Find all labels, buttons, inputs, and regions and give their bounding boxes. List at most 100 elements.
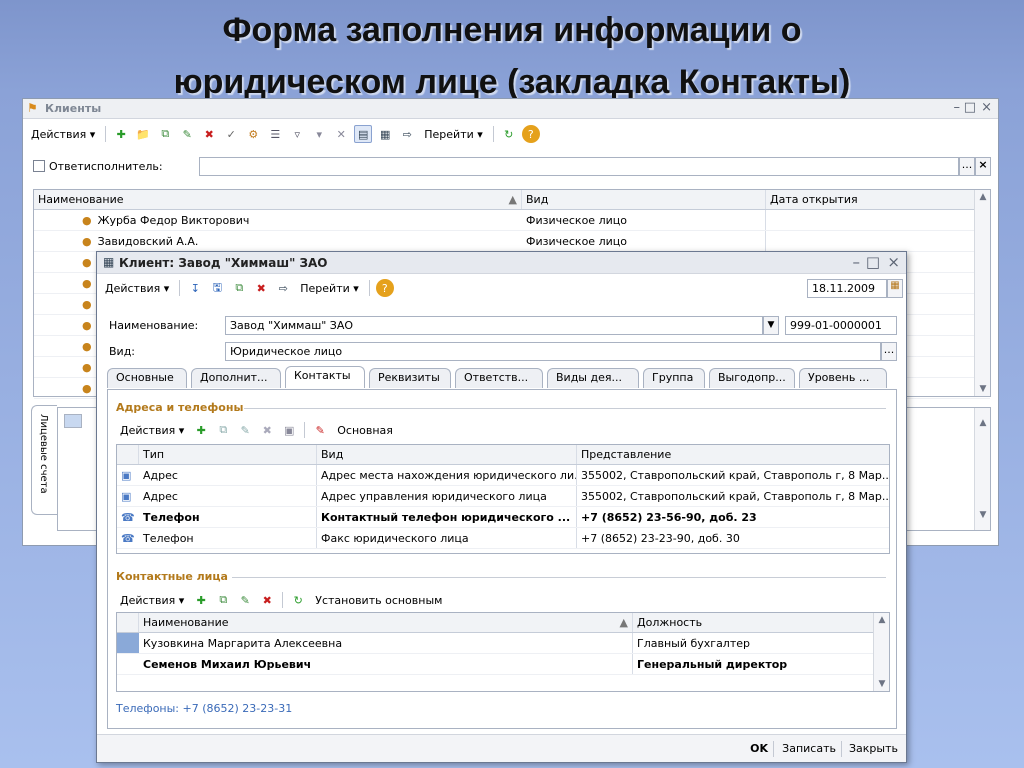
- tab-additional[interactable]: Дополнит...: [191, 368, 281, 388]
- filter-icon[interactable]: ☰: [266, 125, 284, 143]
- table-row[interactable]: ▣ Адрес Адрес управления юридического лица…: [117, 486, 889, 507]
- save-icon[interactable]: ▣: [280, 421, 298, 439]
- add-icon[interactable]: ✚: [192, 421, 210, 439]
- scroll-down-icon[interactable]: ▼: [874, 679, 890, 689]
- output-list-icon[interactable]: ⇨: [398, 125, 416, 143]
- tab-contacts[interactable]: Контакты: [285, 366, 365, 388]
- minimize-icon[interactable]: –: [853, 253, 861, 271]
- add-icon[interactable]: ✚: [192, 591, 210, 609]
- date-field[interactable]: 18.11.2009: [807, 279, 887, 298]
- table-row[interactable]: ▣ Адрес Адрес места нахождения юридическог…: [117, 465, 889, 486]
- kind-field[interactable]: Юридическое лицо: [225, 342, 881, 361]
- table-row[interactable]: ☎ Телефон Контактный телефон юридического …: [117, 507, 889, 528]
- save-icon[interactable]: 🖫: [208, 279, 226, 297]
- edit-icon[interactable]: ✎: [236, 421, 254, 439]
- list-mode-icon[interactable]: ▤: [354, 125, 373, 143]
- refresh-icon[interactable]: ↻: [500, 125, 518, 143]
- close-icon[interactable]: ×: [981, 100, 992, 115]
- name-field[interactable]: Завод "Химмаш" ЗАО: [225, 316, 763, 335]
- edit-icon[interactable]: ✎: [236, 591, 254, 609]
- copy-icon[interactable]: ⧉: [214, 421, 232, 439]
- mark-icon[interactable]: ✓: [222, 125, 240, 143]
- add-icon[interactable]: ✚: [112, 125, 130, 143]
- accounts-add-icon[interactable]: [64, 414, 82, 428]
- table-row[interactable]: Кузовкина Маргарита Алексеевна Главный бу…: [117, 633, 889, 654]
- delete-icon[interactable]: ✖: [200, 125, 218, 143]
- ok-button[interactable]: OK: [750, 742, 768, 755]
- edit-icon[interactable]: ✎: [178, 125, 196, 143]
- row-kind: Адрес управления юридического лица: [317, 486, 577, 506]
- scroll-up-icon[interactable]: ▲: [874, 615, 890, 625]
- goto-menu[interactable]: Перейти ▾: [296, 282, 363, 295]
- delete-icon[interactable]: ✖: [258, 591, 276, 609]
- accounts-side-tab[interactable]: Лицевые счета: [31, 405, 57, 515]
- maximize-icon[interactable]: □: [964, 100, 976, 115]
- tab-activity[interactable]: Виды дея...: [547, 368, 639, 388]
- accounts-scrollbar[interactable]: ▲ ▼: [974, 408, 990, 530]
- save-close-icon[interactable]: ↧: [186, 279, 204, 297]
- col-name[interactable]: Наименование ▲: [139, 613, 633, 632]
- tab-requisites[interactable]: Реквизиты: [369, 368, 451, 388]
- delete-icon[interactable]: ✖: [258, 421, 276, 439]
- add-folder-icon[interactable]: 📁: [134, 125, 152, 143]
- col-representation[interactable]: Представление: [577, 445, 889, 464]
- responsible-clear-button[interactable]: ×: [975, 157, 991, 176]
- filter-set-icon[interactable]: ▿: [288, 125, 306, 143]
- addresses-actions-menu[interactable]: Действия ▾: [116, 424, 188, 437]
- copy-icon[interactable]: ⧉: [214, 591, 232, 609]
- filter-clear-icon[interactable]: ✕: [332, 125, 350, 143]
- table-row[interactable]: Семенов Михаил Юрьевич Генеральный директ…: [117, 654, 889, 675]
- col-position[interactable]: Должность: [633, 613, 873, 632]
- delete-icon[interactable]: ✖: [252, 279, 270, 297]
- save-button[interactable]: Записать: [782, 742, 836, 755]
- hierarchy-icon[interactable]: ⚙: [244, 125, 262, 143]
- refresh-icon[interactable]: ↻: [289, 591, 307, 609]
- output-icon[interactable]: ⇨: [274, 279, 292, 297]
- col-type[interactable]: Тип: [139, 445, 317, 464]
- goto-menu[interactable]: Перейти ▾: [420, 128, 487, 141]
- actions-menu[interactable]: Действия ▾: [27, 128, 99, 141]
- contacts-actions-menu[interactable]: Действия ▾: [116, 594, 188, 607]
- responsible-checkbox[interactable]: [33, 160, 45, 172]
- filter-history-icon[interactable]: ▾: [310, 125, 328, 143]
- set-main-icon[interactable]: ✎: [311, 421, 329, 439]
- contacts-scrollbar[interactable]: ▲ ▼: [873, 613, 889, 691]
- person-icon: ●: [82, 213, 92, 227]
- scroll-up-icon[interactable]: ▲: [975, 418, 991, 428]
- copy-icon[interactable]: ⧉: [156, 125, 174, 143]
- close-icon[interactable]: ×: [887, 253, 900, 271]
- help-icon[interactable]: ?: [375, 279, 394, 297]
- row-representation: +7 (8652) 23-56-90, доб. 23: [581, 510, 757, 524]
- code-field[interactable]: 999-01-0000001: [785, 316, 897, 335]
- table-row[interactable]: ● Завидовский А.А. Физическое лицо: [34, 231, 990, 252]
- col-kind[interactable]: Вид: [522, 190, 766, 209]
- set-main-button[interactable]: Основная: [333, 424, 397, 437]
- actions-menu[interactable]: Действия ▾: [101, 282, 173, 295]
- tab-responsible[interactable]: Ответств...: [455, 368, 543, 388]
- tree-mode-icon[interactable]: ▦: [376, 125, 394, 143]
- responsible-field[interactable]: [199, 157, 959, 176]
- col-date[interactable]: Дата открытия: [766, 190, 972, 209]
- set-main-contact-button[interactable]: Установить основным: [311, 594, 446, 607]
- scroll-down-icon[interactable]: ▼: [975, 510, 991, 520]
- tab-level[interactable]: Уровень ...: [799, 368, 887, 388]
- clients-scrollbar[interactable]: ▲ ▼: [974, 190, 990, 396]
- minimize-icon[interactable]: –: [954, 100, 961, 115]
- name-dropdown-icon[interactable]: ▼: [763, 316, 779, 335]
- help-icon[interactable]: ?: [521, 125, 540, 143]
- table-row[interactable]: ☎ Телефон Факс юридического лица +7 (8652) …: [117, 528, 889, 549]
- col-kind[interactable]: Вид: [317, 445, 577, 464]
- calendar-icon[interactable]: ▦: [887, 279, 903, 298]
- tab-beneficiary[interactable]: Выгодопр...: [709, 368, 795, 388]
- close-button[interactable]: Закрыть: [849, 742, 898, 755]
- responsible-browse-button[interactable]: ...: [959, 157, 975, 176]
- tab-group[interactable]: Группа: [643, 368, 705, 388]
- kind-browse-button[interactable]: ...: [881, 342, 897, 361]
- copy-icon[interactable]: ⧉: [230, 279, 248, 297]
- table-row[interactable]: ● Журба Федор Викторович Физическое лицо: [34, 210, 990, 231]
- maximize-icon[interactable]: □: [866, 253, 880, 271]
- tab-main[interactable]: Основные: [107, 368, 187, 388]
- scroll-up-icon[interactable]: ▲: [975, 192, 991, 202]
- scroll-down-icon[interactable]: ▼: [975, 384, 991, 394]
- col-name[interactable]: Наименование ▲: [34, 190, 522, 209]
